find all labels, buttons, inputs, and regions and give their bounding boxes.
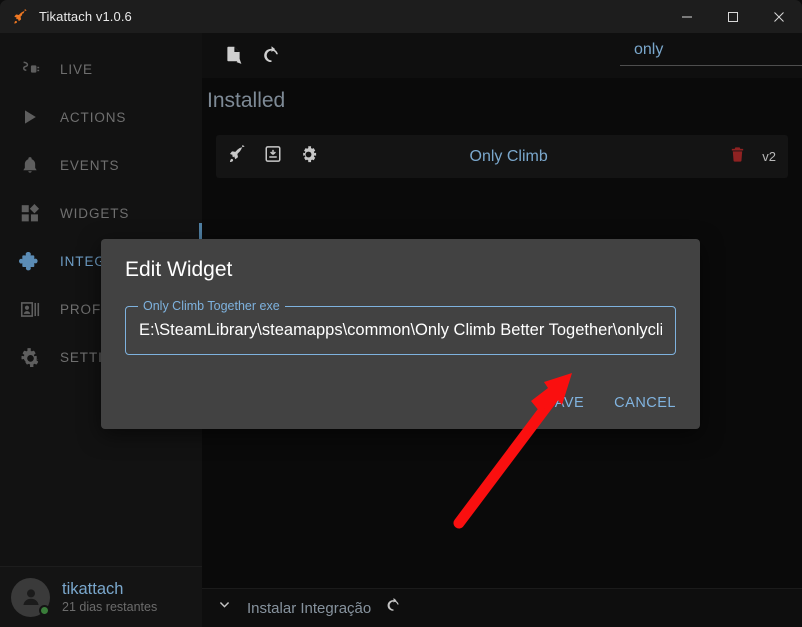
sidebar-item-label: EVENTS bbox=[60, 157, 120, 173]
application-window: Tikattach v1.0.6 LIVE ACTIONS EVENTS WID… bbox=[0, 0, 802, 627]
bell-icon bbox=[18, 153, 42, 177]
trash-icon[interactable] bbox=[729, 146, 746, 168]
minimize-button[interactable] bbox=[664, 0, 710, 33]
puzzle-icon bbox=[18, 249, 42, 273]
widget-row[interactable]: Only Climb v2 bbox=[216, 135, 788, 178]
exe-path-field: Only Climb Together exe bbox=[125, 299, 676, 355]
page-title: Installed bbox=[207, 89, 286, 112]
sidebar-item-live[interactable]: LIVE bbox=[0, 45, 202, 93]
dialog-title: Edit Widget bbox=[125, 258, 233, 281]
widget-version: v2 bbox=[762, 149, 776, 164]
play-icon bbox=[18, 105, 42, 129]
close-button[interactable] bbox=[756, 0, 802, 33]
widget-name: Only Climb bbox=[469, 147, 548, 165]
sidebar-item-actions[interactable]: ACTIONS bbox=[0, 93, 202, 141]
title-bar: Tikattach v1.0.6 bbox=[0, 0, 802, 33]
installed-widgets-list: Only Climb v2 bbox=[202, 135, 802, 178]
rocket-icon[interactable] bbox=[228, 144, 247, 169]
dialog-actions: SAVE CANCEL bbox=[543, 391, 678, 415]
save-button[interactable]: SAVE bbox=[543, 391, 587, 415]
content-toolbar bbox=[202, 33, 802, 78]
avatar bbox=[11, 577, 50, 617]
user-name: tikattach bbox=[62, 579, 124, 598]
sidebar-item-label: LIVE bbox=[60, 61, 93, 77]
install-integration-bar[interactable]: Instalar Integração bbox=[202, 588, 802, 627]
user-bar[interactable]: tikattach 21 dias restantes bbox=[0, 566, 202, 627]
maximize-button[interactable] bbox=[710, 0, 756, 33]
search-input[interactable] bbox=[620, 37, 802, 66]
exe-path-input[interactable] bbox=[127, 308, 672, 353]
chevron-down-icon[interactable] bbox=[216, 597, 233, 619]
download-box-icon[interactable] bbox=[264, 145, 282, 168]
rocket-icon bbox=[13, 8, 29, 25]
sidebar-item-label: WIDGETS bbox=[60, 205, 130, 221]
status-dot bbox=[39, 604, 50, 616]
sidebar-item-label: ACTIONS bbox=[60, 109, 127, 125]
install-integration-label: Instalar Integração bbox=[247, 599, 372, 617]
user-info: tikattach 21 dias restantes bbox=[62, 580, 157, 614]
gear-icon bbox=[18, 345, 42, 369]
widget-row-right: v2 bbox=[729, 146, 776, 168]
refresh-icon[interactable] bbox=[252, 37, 290, 75]
profile-icon bbox=[18, 297, 42, 321]
widgets-icon bbox=[18, 201, 42, 225]
user-status: 21 dias restantes bbox=[62, 600, 158, 615]
file-import-icon[interactable] bbox=[214, 37, 252, 75]
refresh-icon[interactable] bbox=[385, 597, 402, 619]
sidebar-item-events[interactable]: EVENTS bbox=[0, 141, 202, 189]
edit-widget-dialog: Edit Widget Only Climb Together exe SAVE… bbox=[101, 239, 700, 429]
plug-icon bbox=[18, 57, 42, 81]
cancel-button[interactable]: CANCEL bbox=[612, 391, 678, 415]
sidebar-item-widgets[interactable]: WIDGETS bbox=[0, 189, 202, 237]
search-field-wrapper bbox=[620, 37, 802, 66]
window-title: Tikattach v1.0.6 bbox=[39, 9, 132, 24]
window-controls bbox=[664, 0, 802, 33]
